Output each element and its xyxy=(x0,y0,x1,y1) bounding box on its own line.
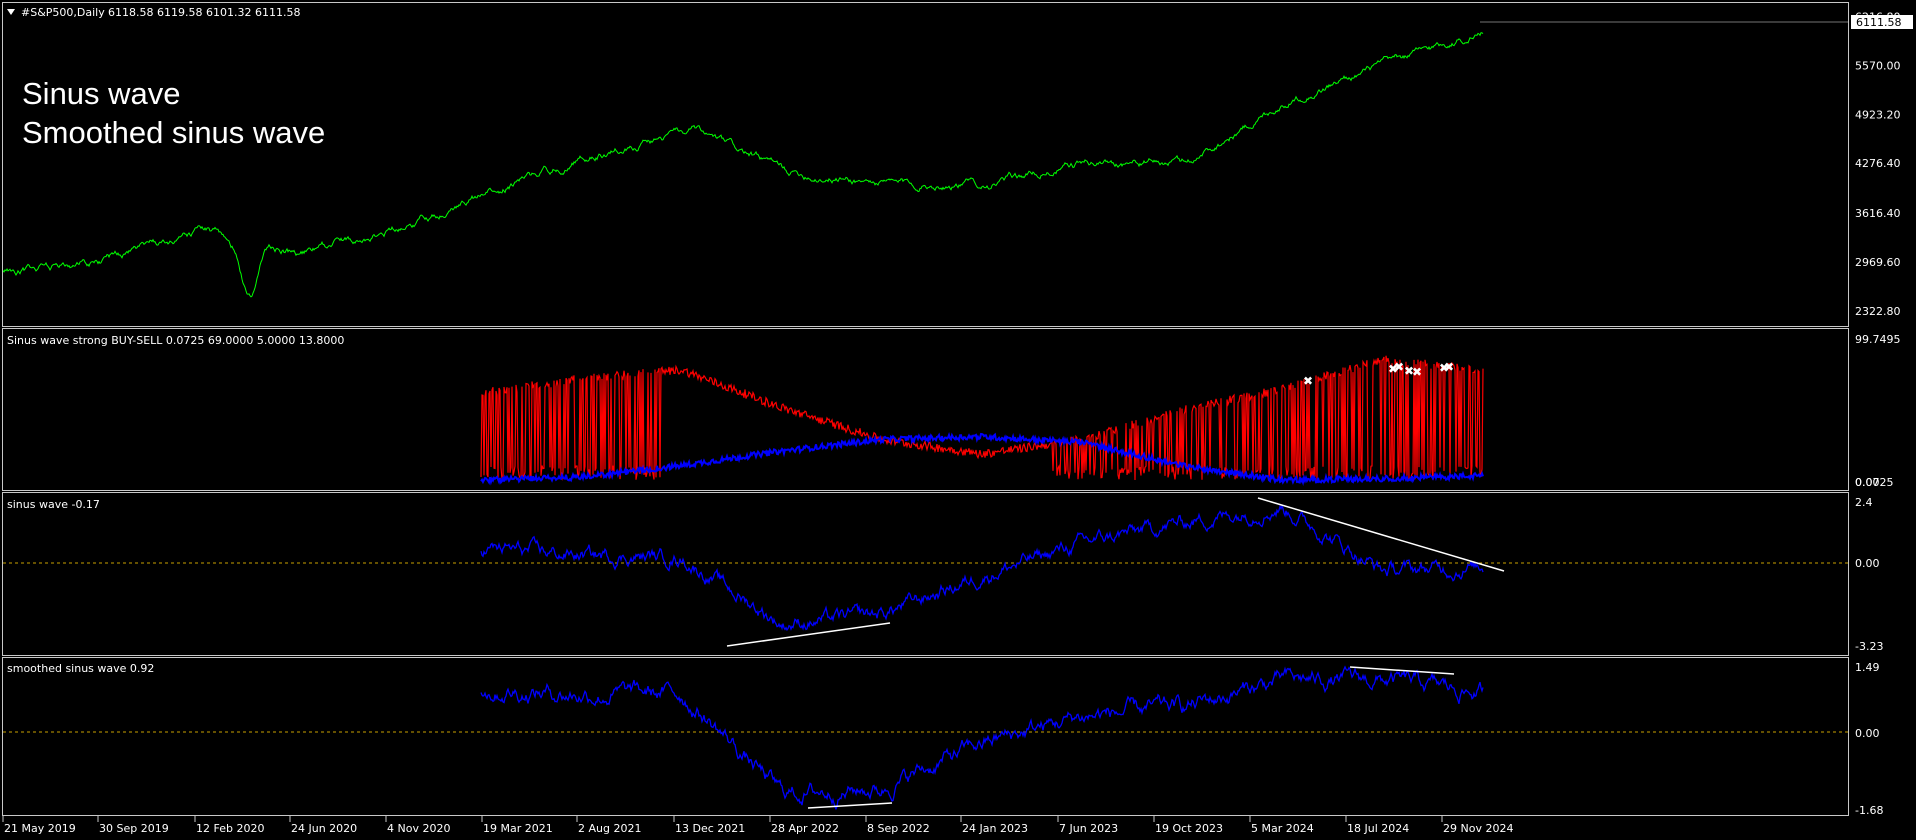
smoothed-y-tick-top: 1.49 xyxy=(1855,661,1880,674)
chevron-down-icon[interactable] xyxy=(7,9,15,15)
smoothed-trendline-bottom[interactable] xyxy=(807,802,893,809)
signal-marker: ✖ xyxy=(1394,360,1404,374)
price-y-tick: 5570.00 xyxy=(1855,60,1901,73)
x-axis-date-label: 30 Sep 2019 xyxy=(99,822,169,835)
sinus-title: sinus wave -0.17 xyxy=(7,498,100,511)
trading-chart[interactable]: #S&P500,Daily 6118.58 6119.58 6101.32 61… xyxy=(0,0,1916,840)
x-axis-date-label: 8 Sep 2022 xyxy=(867,822,930,835)
signal-marker: ✖ xyxy=(1303,374,1313,388)
sinus-pane-border xyxy=(2,492,1849,656)
buy-sell-y-tick-overlap: 0.00 xyxy=(1855,476,1880,489)
x-axis-date-label: 5 Mar 2024 xyxy=(1251,822,1314,835)
buy-sell-pane[interactable]: Sinus wave strong BUY-SELL 0.0725 69.000… xyxy=(2,328,1901,491)
x-axis-date-label: 19 Mar 2021 xyxy=(483,822,553,835)
price-y-tick: 2969.60 xyxy=(1855,256,1901,269)
x-axis-date-label: 24 Jan 2023 xyxy=(962,822,1028,835)
x-axis-date-label: 24 Jun 2020 xyxy=(291,822,357,835)
x-axis: 21 May 2019 30 Sep 2019 12 Feb 2020 24 Jun … xyxy=(2,816,1513,835)
sinus-y-tick-bottom: -3.23 xyxy=(1855,640,1883,653)
sinus-y-tick-zero: 0.00 xyxy=(1855,557,1880,570)
sinus-pane[interactable]: sinus wave -0.17 2.4 0.00 -3.23 xyxy=(2,492,1884,656)
sinus-y-tick-top: 2.4 xyxy=(1855,496,1873,509)
sinus-trendline-up[interactable] xyxy=(726,622,891,647)
last-price-value: 6111.58 xyxy=(1856,16,1902,29)
signal-marker: ✖ xyxy=(1412,365,1422,379)
smoothed-pane[interactable]: smoothed sinus wave 0.92 1.49 0.00 -1.68 xyxy=(2,657,1884,818)
price-pane-border xyxy=(2,2,1849,327)
x-axis-date-label: 13 Dec 2021 xyxy=(675,822,745,835)
x-axis-date-label: 7 Jun 2023 xyxy=(1059,822,1118,835)
x-axis-date-label: 18 Jul 2024 xyxy=(1347,822,1409,835)
buy-sell-title: Sinus wave strong BUY-SELL 0.0725 69.000… xyxy=(7,334,344,347)
buy-sell-y-tick-top: 99.7495 xyxy=(1855,333,1901,346)
x-axis-date-label: 28 Apr 2022 xyxy=(771,822,839,835)
x-axis-date-label: 4 Nov 2020 xyxy=(387,822,450,835)
price-y-tick: 4276.40 xyxy=(1855,157,1901,170)
x-axis-date-label: 2 Aug 2021 xyxy=(578,822,641,835)
price-series-line xyxy=(2,32,1484,298)
buy-sell-pane-border xyxy=(2,328,1849,491)
price-y-tick: 4923.20 xyxy=(1855,108,1901,121)
smoothed-y-tick-bottom: -1.68 xyxy=(1855,804,1883,817)
smoothed-y-tick-zero: 0.00 xyxy=(1855,727,1880,740)
smoothed-title: smoothed sinus wave 0.92 xyxy=(7,662,154,675)
symbol-label: #S&P500,Daily xyxy=(21,6,105,19)
smoothed-series-line xyxy=(480,665,1484,811)
ohlc-values: 6118.58 6119.58 6101.32 6111.58 xyxy=(108,6,300,19)
smoothed-pane-border xyxy=(2,657,1849,816)
overlay-text-line-1: Sinus wave xyxy=(22,76,181,111)
price-pane[interactable]: #S&P500,Daily 6118.58 6119.58 6101.32 61… xyxy=(2,2,1914,327)
sinus-trendline-down[interactable] xyxy=(1257,497,1505,572)
sinus-series-line xyxy=(480,504,1484,632)
x-axis-date-label: 12 Feb 2020 xyxy=(196,822,264,835)
x-axis-date-label: 29 Nov 2024 xyxy=(1443,822,1513,835)
overlay-text-line-2: Smoothed sinus wave xyxy=(22,115,325,150)
x-axis-date-label: 21 May 2019 xyxy=(4,822,76,835)
price-y-tick: 3616.40 xyxy=(1855,207,1901,220)
signal-marker: ✖ xyxy=(1444,360,1454,374)
buy-sell-red-line xyxy=(480,355,1484,482)
price-y-tick: 2322.80 xyxy=(1855,305,1901,318)
x-axis-date-label: 19 Oct 2023 xyxy=(1155,822,1223,835)
